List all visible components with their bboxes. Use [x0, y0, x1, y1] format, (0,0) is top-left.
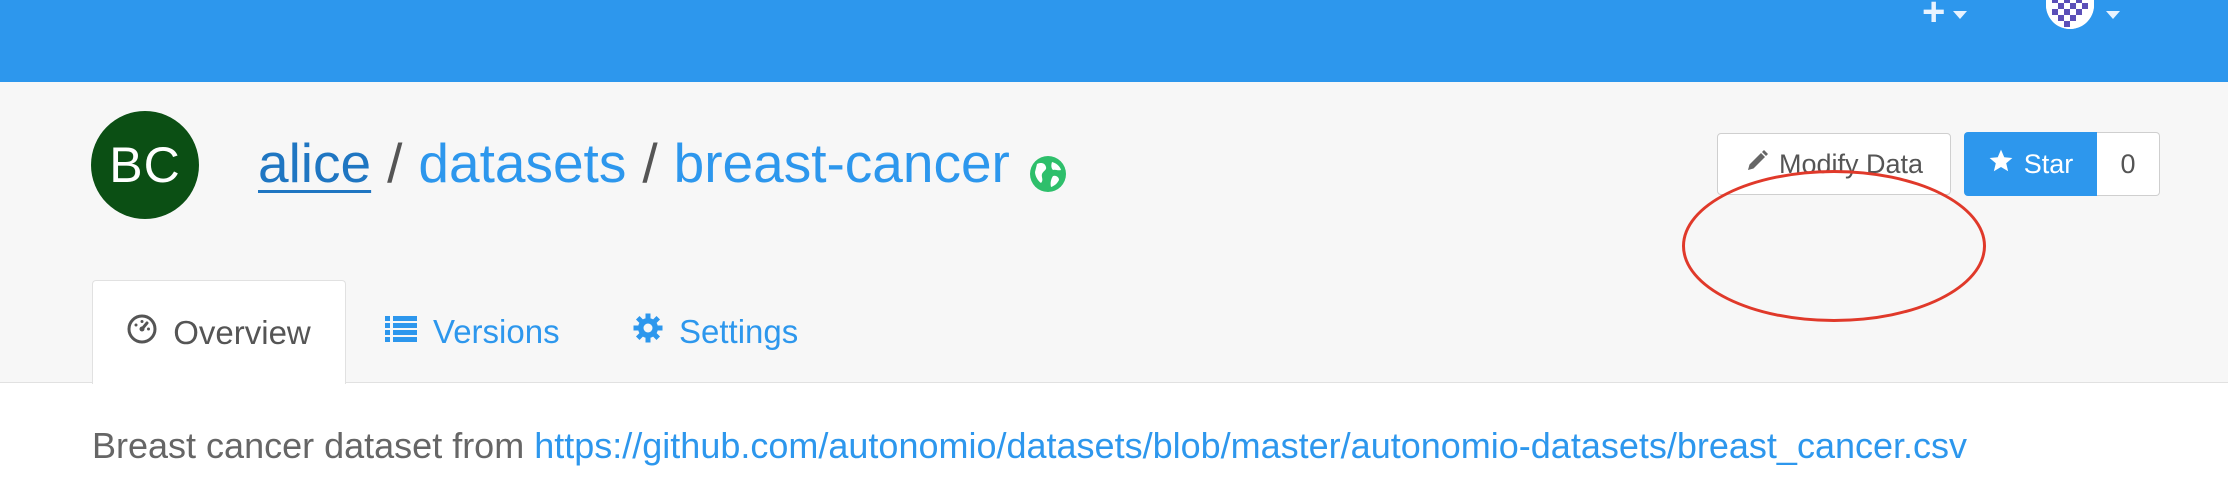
tab-versions[interactable]: Versions	[385, 280, 560, 383]
user-menu-button[interactable]	[2046, 0, 2126, 30]
dashboard-icon	[127, 314, 157, 352]
globe-icon	[1028, 143, 1068, 192]
description-source-link[interactable]: https://github.com/autonomio/datasets/bl…	[534, 425, 1967, 466]
breadcrumb-separator: /	[387, 132, 403, 194]
star-count[interactable]: 0	[2097, 132, 2160, 196]
description-text: Breast cancer dataset from	[92, 425, 525, 466]
plus-icon: +	[1922, 0, 1946, 34]
modify-data-label: Modify Data	[1778, 148, 1924, 179]
star-label: Star	[2023, 148, 2074, 179]
user-avatar-icon	[2046, 0, 2094, 29]
breadcrumb-collection-link[interactable]: datasets	[418, 131, 626, 195]
add-menu-button[interactable]: +	[1922, 0, 1982, 34]
modify-data-button[interactable]: Modify Data	[1717, 133, 1951, 195]
chevron-down-icon	[1953, 11, 1968, 19]
breadcrumb: alice / datasets / breast-cancer	[258, 128, 1068, 198]
tab-versions-label: Versions	[433, 312, 560, 350]
star-button[interactable]: Star	[1964, 132, 2097, 196]
tab-settings[interactable]: Settings	[633, 280, 798, 383]
pencil-icon	[1745, 149, 1769, 180]
dataset-description: Breast cancer dataset from https://githu…	[92, 425, 1967, 467]
gear-icon	[633, 313, 663, 351]
breadcrumb-dataset-link[interactable]: breast-cancer	[674, 131, 1010, 195]
tab-overview-label: Overview	[173, 313, 311, 351]
tab-settings-label: Settings	[679, 312, 799, 350]
list-icon	[385, 313, 417, 351]
dataset-tabs: Overview Versions Settings	[0, 280, 2228, 384]
tab-overview[interactable]: Overview	[92, 280, 346, 384]
top-navbar: +	[0, 0, 2228, 82]
breadcrumb-owner-link[interactable]: alice	[258, 131, 371, 195]
breadcrumb-separator: /	[642, 132, 658, 194]
star-icon	[1988, 148, 2014, 181]
dataset-avatar: BC	[91, 111, 199, 219]
chevron-down-icon	[2106, 11, 2120, 19]
